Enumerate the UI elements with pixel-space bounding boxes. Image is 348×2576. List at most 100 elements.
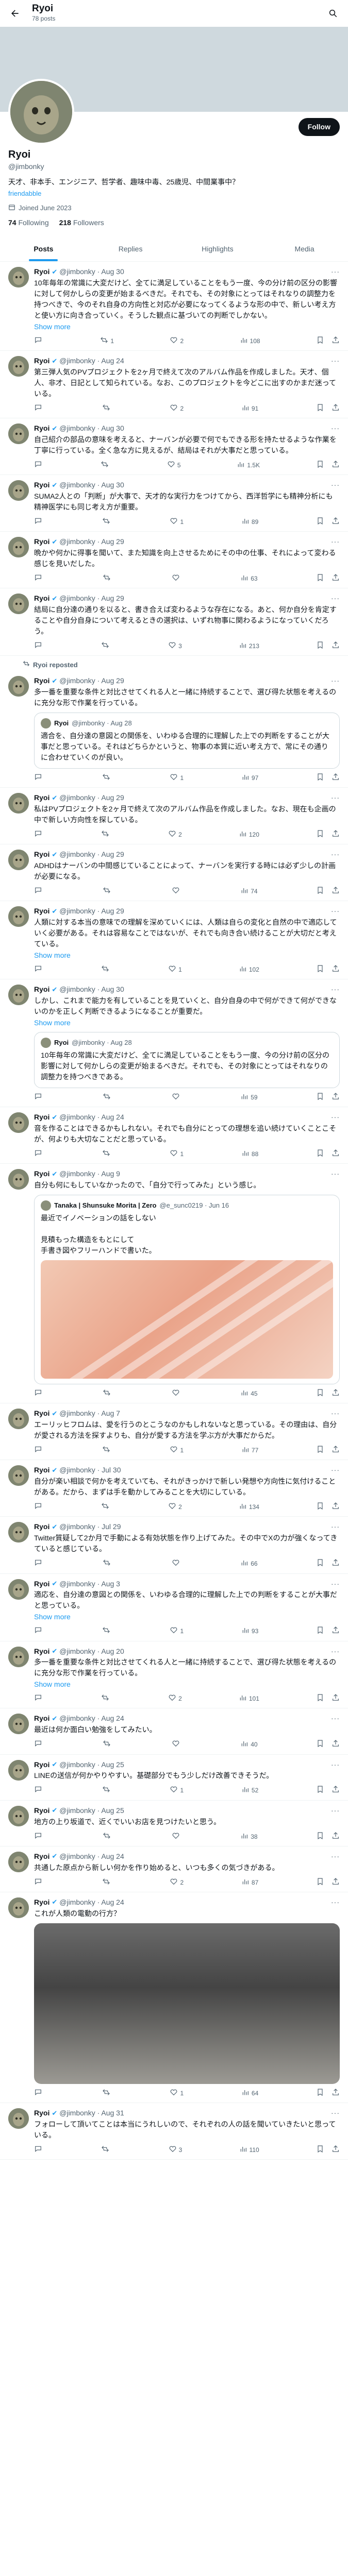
show-more-link[interactable]: Show more xyxy=(34,322,340,332)
like-button[interactable] xyxy=(172,1558,182,1569)
tweet-handle-date[interactable]: @jimbonky · Aug 29 xyxy=(59,906,124,916)
tweet[interactable]: Ryoi ✔ @jimbonky · Aug 9 ··· 自分も何にもしていなかったので… xyxy=(0,1164,348,1404)
search-icon[interactable] xyxy=(324,5,342,22)
views-button[interactable]: 38 xyxy=(240,1832,258,1842)
reply-button[interactable] xyxy=(34,1739,44,1750)
tweet-author-name[interactable]: Ryoi xyxy=(34,1897,49,1907)
more-options-icon[interactable]: ··· xyxy=(331,1409,340,1418)
bookmark-button[interactable] xyxy=(316,1388,324,1399)
repost-button[interactable] xyxy=(103,886,113,896)
avatar[interactable] xyxy=(8,985,29,1006)
avatar[interactable] xyxy=(8,1112,29,1133)
avatar[interactable] xyxy=(8,1646,29,1667)
repost-button[interactable] xyxy=(103,1388,113,1399)
repost-button[interactable] xyxy=(102,1785,112,1795)
reply-button[interactable] xyxy=(34,403,44,414)
bookmark-button[interactable] xyxy=(316,336,324,346)
follow-button[interactable]: Follow xyxy=(298,118,340,136)
bookmark-button[interactable] xyxy=(316,460,324,470)
tweet[interactable]: Ryoi ✔ @jimbonky · Aug 20 ··· 多一番を重要な条件と対比させ… xyxy=(0,1641,348,1709)
share-button[interactable] xyxy=(332,517,340,527)
tweet-author-name[interactable]: Ryoi xyxy=(34,1852,49,1861)
views-button[interactable]: 108 xyxy=(240,336,260,346)
avatar[interactable] xyxy=(8,1465,29,1486)
tweet-author-name[interactable]: Ryoi xyxy=(34,1522,49,1532)
reply-button[interactable] xyxy=(34,1626,44,1636)
tweet-author-name[interactable]: Ryoi xyxy=(34,2108,49,2118)
views-button[interactable]: 1.5K xyxy=(237,460,260,470)
reply-button[interactable] xyxy=(34,1785,44,1795)
like-button[interactable]: 1 xyxy=(168,964,182,975)
reply-button[interactable] xyxy=(34,773,44,783)
tweet-author-name[interactable]: Ryoi xyxy=(34,267,49,277)
avatar[interactable] xyxy=(8,480,29,501)
tweet-handle-date[interactable]: @jimbonky · Aug 30 xyxy=(59,480,124,490)
bookmark-button[interactable] xyxy=(316,886,324,896)
tweet-handle-date[interactable]: @jimbonky · Aug 29 xyxy=(59,594,124,603)
repost-button[interactable] xyxy=(102,1149,112,1159)
reply-button[interactable] xyxy=(34,1445,44,1455)
repost-button[interactable] xyxy=(103,573,113,584)
tweet-handle-date[interactable]: @jimbonky · Aug 24 xyxy=(59,1714,124,1723)
bookmark-button[interactable] xyxy=(316,573,324,584)
views-button[interactable]: 45 xyxy=(240,1388,258,1399)
more-options-icon[interactable]: ··· xyxy=(331,1760,340,1770)
tweet[interactable]: Ryoi ✔ @jimbonky · Aug 30 ··· しかし、これまで能力を有して… xyxy=(0,979,348,1108)
show-more-link[interactable]: Show more xyxy=(34,951,340,960)
repost-button[interactable] xyxy=(102,1445,112,1455)
share-button[interactable] xyxy=(332,2088,340,2098)
share-button[interactable] xyxy=(332,641,340,651)
tweet[interactable]: Ryoi ✔ @jimbonky · Aug 29 ··· ADHDはナーバンの中間感じ… xyxy=(0,844,348,902)
tweet-author-name[interactable]: Ryoi xyxy=(34,1112,49,1122)
tweet-author-name[interactable]: Ryoi xyxy=(34,1760,49,1770)
repost-button[interactable] xyxy=(102,773,112,783)
like-button[interactable]: 1 xyxy=(170,517,184,527)
repost-button[interactable] xyxy=(103,1558,113,1569)
more-options-icon[interactable]: ··· xyxy=(331,1806,340,1816)
bookmark-button[interactable] xyxy=(316,1877,324,1888)
share-button[interactable] xyxy=(332,1693,340,1704)
share-button[interactable] xyxy=(332,1558,340,1569)
bookmark-button[interactable] xyxy=(316,1502,324,1512)
avatar[interactable] xyxy=(8,423,29,445)
repost-button[interactable] xyxy=(102,1626,112,1636)
tweet-handle-date[interactable]: @jimbonky · Aug 9 xyxy=(59,1169,120,1179)
avatar[interactable] xyxy=(8,1522,29,1543)
views-button[interactable]: 89 xyxy=(241,517,258,527)
like-button[interactable]: 2 xyxy=(170,403,184,414)
share-button[interactable] xyxy=(332,2145,340,2155)
tweet-handle-date[interactable]: @jimbonky · Aug 31 xyxy=(59,2108,124,2118)
tweet-handle-date[interactable]: @jimbonky · Aug 29 xyxy=(59,537,124,547)
tweet[interactable]: Ryoi ✔ @jimbonky · Jul 30 ··· 自分が楽い相談で何かを考えて… xyxy=(0,1460,348,1517)
more-options-icon[interactable]: ··· xyxy=(331,1647,340,1656)
repost-button[interactable] xyxy=(101,964,111,975)
repost-button[interactable] xyxy=(101,460,111,470)
tweet-handle-date[interactable]: @jimbonky · Aug 24 xyxy=(59,356,124,366)
reply-button[interactable] xyxy=(34,1558,44,1569)
back-arrow-icon[interactable] xyxy=(6,5,24,22)
like-button[interactable]: 1 xyxy=(170,1626,184,1636)
more-options-icon[interactable]: ··· xyxy=(331,1465,340,1475)
avatar[interactable] xyxy=(8,1851,29,1872)
views-button[interactable]: 64 xyxy=(241,2088,258,2098)
like-button[interactable]: 2 xyxy=(168,1502,182,1512)
like-button[interactable]: 2 xyxy=(168,1693,182,1704)
more-options-icon[interactable]: ··· xyxy=(331,1579,340,1589)
bookmark-button[interactable] xyxy=(316,964,324,975)
tweet[interactable]: Ryoi ✔ @jimbonky · Aug 24 ··· 最近は何か面白い勉強をしてみ… xyxy=(0,1708,348,1755)
like-button[interactable]: 3 xyxy=(168,641,182,651)
more-options-icon[interactable]: ··· xyxy=(331,594,340,603)
more-options-icon[interactable]: ··· xyxy=(331,480,340,490)
views-button[interactable]: 110 xyxy=(239,2145,259,2155)
reply-button[interactable] xyxy=(34,829,44,840)
views-button[interactable]: 134 xyxy=(239,1502,259,1512)
tweet-handle-date[interactable]: @jimbonky · Aug 25 xyxy=(59,1760,124,1770)
share-button[interactable] xyxy=(332,460,340,470)
views-button[interactable]: 120 xyxy=(239,829,259,840)
profile-bio-link[interactable]: friendabble xyxy=(8,189,340,198)
more-options-icon[interactable]: ··· xyxy=(331,423,340,433)
more-options-icon[interactable]: ··· xyxy=(331,850,340,859)
tweet-author-name[interactable]: Ryoi xyxy=(34,1806,49,1816)
reply-button[interactable] xyxy=(34,1832,44,1842)
tweet-author-name[interactable]: Ryoi xyxy=(34,1579,49,1589)
